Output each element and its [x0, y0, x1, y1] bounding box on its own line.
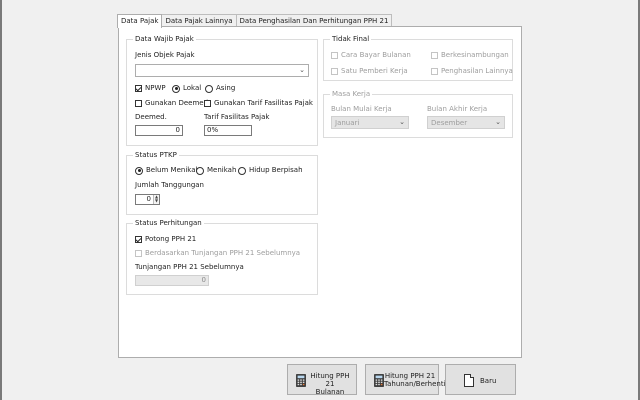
hitung-bulanan-label: Hitung PPH 21 Bulanan	[310, 372, 350, 396]
npwp-checkbox[interactable]: NPWP	[135, 84, 166, 93]
group-title: Status PTKP	[133, 151, 179, 160]
berdasarkan-tunjangan-checkbox[interactable]: Berdasarkan Tunjangan PPH 21 Sebelumnya	[135, 249, 300, 258]
group-tidak-final: Tidak Final Cara Bayar Bulanan Berkesina…	[323, 35, 513, 81]
spin-arrows-icon[interactable]: ▲ ▼	[153, 195, 159, 204]
checkbox-box	[331, 52, 338, 59]
group-status-perhitungan: Status Perhitungan Potong PPH 21 Berdasa…	[126, 219, 318, 295]
bulan-mulai-value: Januari	[335, 119, 360, 127]
checkbox-box	[204, 100, 211, 107]
jumlah-tanggungan-value: 0	[146, 195, 151, 203]
hidup-berpisah-label: Hidup Berpisah	[249, 166, 303, 174]
gunakan-tarif-label: Gunakan Tarif Fasilitas Pajak	[214, 99, 313, 107]
group-masa-kerja: Masa Kerja Bulan Mulai Kerja Bulan Akhir…	[323, 90, 513, 138]
radio-dot	[205, 84, 213, 93]
potong-pph21-checkbox[interactable]: Potong PPH 21	[135, 235, 196, 244]
cara-bayar-bulanan-checkbox[interactable]: Cara Bayar Bulanan	[331, 51, 411, 60]
chevron-down-icon: ⌄	[299, 66, 305, 74]
tab-data-pajak[interactable]: Data Pajak	[117, 14, 163, 28]
checkbox-box	[431, 68, 438, 75]
chevron-down-icon: ⌄	[495, 118, 501, 126]
gunakan-deemed-checkbox[interactable]: Gunakan Deemed	[135, 99, 208, 108]
group-title: Tidak Final	[330, 35, 372, 44]
group-title: Status Perhitungan	[133, 219, 204, 228]
hitung-pph21-bulanan-button[interactable]: Hitung PPH 21 Bulanan	[287, 364, 357, 396]
potong-pph21-label: Potong PPH 21	[145, 235, 197, 243]
berkesinambungan-checkbox[interactable]: Berkesinambungan	[431, 51, 509, 60]
baru-button[interactable]: Baru	[445, 364, 516, 395]
tab-panel-data-pajak: Data Wajib Pajak Jenis Objek Pajak ⌄ NPW…	[118, 26, 522, 358]
berdasarkan-tunjangan-label: Berdasarkan Tunjangan PPH 21 Sebelumnya	[145, 249, 301, 257]
tunjangan-pph21-label: Tunjangan PPH 21 Sebelumnya	[135, 263, 244, 271]
calculator-icon	[296, 374, 306, 387]
deemed-label: Deemed.	[135, 113, 167, 121]
lokal-radio[interactable]: Lokal	[172, 84, 201, 93]
chevron-down-icon: ⌄	[399, 118, 405, 126]
new-document-icon	[464, 374, 474, 387]
radio-dot	[196, 166, 204, 175]
satu-pemberi-kerja-checkbox[interactable]: Satu Pemberi Kerja	[331, 67, 408, 76]
belum-menikah-label: Belum Menikah	[146, 166, 200, 174]
group-title: Data Wajib Pajak	[133, 35, 196, 44]
satu-pemberi-kerja-label: Satu Pemberi Kerja	[341, 67, 408, 75]
jenis-objek-label: Jenis Objek Pajak	[135, 51, 195, 59]
berkesinambungan-label: Berkesinambungan	[441, 51, 509, 59]
checkbox-box	[135, 85, 142, 92]
asing-radio[interactable]: Asing	[205, 84, 235, 93]
bulan-akhir-select[interactable]: Desember ⌄	[427, 116, 505, 129]
jumlah-tanggungan-label: Jumlah Tanggungan	[135, 181, 204, 189]
jumlah-tanggungan-stepper[interactable]: 0 ▲ ▼	[135, 194, 160, 205]
npwp-label: NPWP	[145, 84, 166, 92]
gunakan-tarif-fasilitas-checkbox[interactable]: Gunakan Tarif Fasilitas Pajak	[204, 99, 313, 108]
radio-dot	[238, 166, 246, 175]
lokal-label: Lokal	[183, 84, 202, 92]
penghasilan-lainnya-label: Penghasilan Lainnya	[441, 67, 513, 75]
calculator-icon	[374, 374, 384, 387]
radio-dot	[172, 84, 180, 93]
jenis-objek-select[interactable]: ⌄	[135, 64, 309, 77]
baru-label: Baru	[480, 377, 497, 385]
bulan-akhir-value: Desember	[431, 119, 468, 127]
hitung-tahunan-label: Hitung PPH 21 Tahunan/Berhenti	[384, 372, 446, 388]
checkbox-box	[135, 250, 142, 257]
checkbox-box	[431, 52, 438, 59]
deemed-input[interactable]: 0	[135, 125, 183, 136]
hidup-berpisah-radio[interactable]: Hidup Berpisah	[238, 166, 303, 175]
window-frame-left	[0, 0, 2, 400]
checkbox-box	[135, 236, 142, 243]
group-data-wajib-pajak: Data Wajib Pajak Jenis Objek Pajak ⌄ NPW…	[126, 35, 318, 146]
tarif-fasilitas-input[interactable]: 0%	[204, 125, 252, 136]
group-title: Masa Kerja	[330, 90, 373, 99]
radio-dot	[135, 166, 143, 175]
tarif-fasilitas-label: Tarif Fasilitas Pajak	[204, 113, 270, 121]
cara-bayar-bulanan-label: Cara Bayar Bulanan	[341, 51, 411, 59]
checkbox-box	[331, 68, 338, 75]
asing-label: Asing	[216, 84, 236, 92]
group-status-ptkp: Status PTKP Belum Menikah Menikah Hidup …	[126, 151, 318, 215]
menikah-label: Menikah	[207, 166, 237, 174]
bulan-mulai-label: Bulan Mulai Kerja	[331, 105, 392, 113]
gunakan-deemed-label: Gunakan Deemed	[145, 99, 209, 107]
bulan-akhir-label: Bulan Akhir Kerja	[427, 105, 488, 113]
bulan-mulai-select[interactable]: Januari ⌄	[331, 116, 409, 129]
penghasilan-lainnya-checkbox[interactable]: Penghasilan Lainnya	[431, 67, 513, 76]
hitung-pph21-tahunan-button[interactable]: Hitung PPH 21 Tahunan/Berhenti	[365, 364, 446, 395]
tunjangan-pph21-input[interactable]: 0	[135, 275, 209, 286]
checkbox-box	[135, 100, 142, 107]
menikah-radio[interactable]: Menikah	[196, 166, 236, 175]
belum-menikah-radio[interactable]: Belum Menikah	[135, 166, 200, 175]
